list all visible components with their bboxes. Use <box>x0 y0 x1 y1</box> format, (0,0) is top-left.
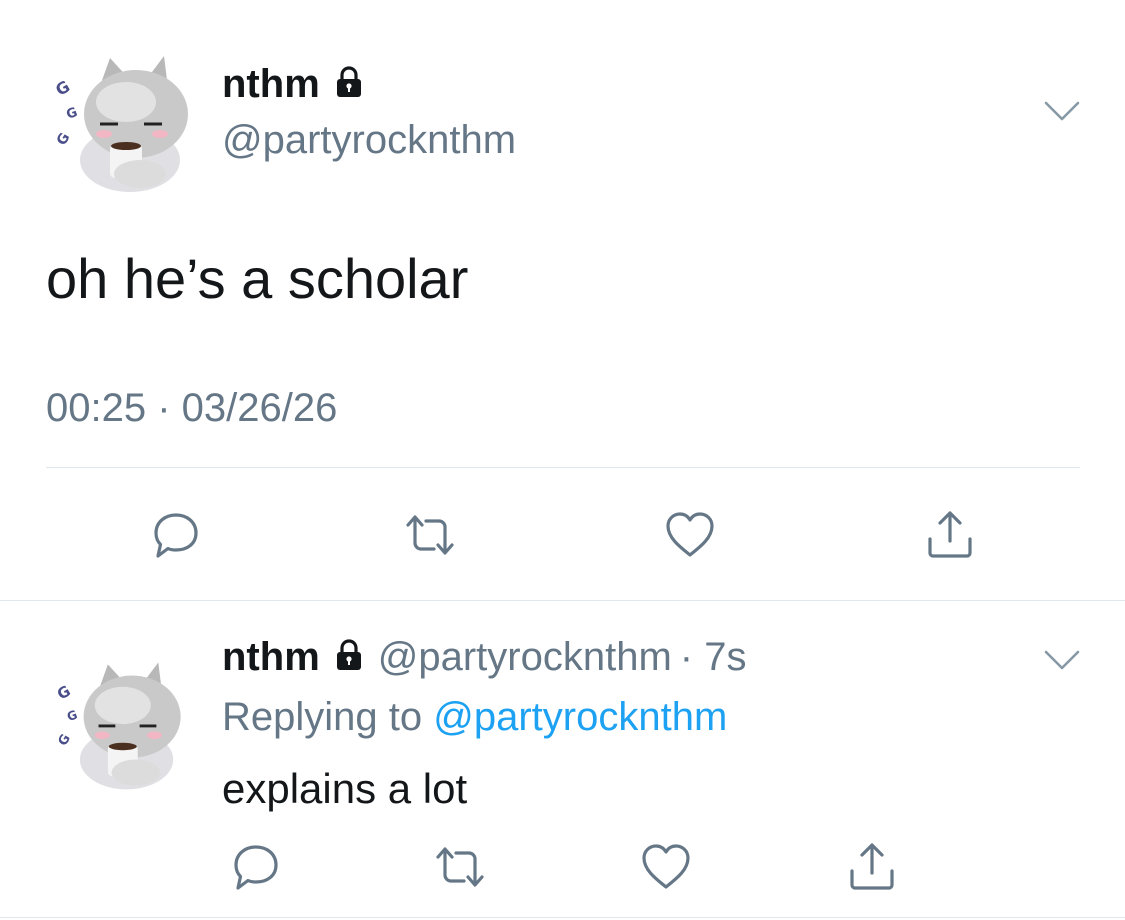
reply-icon <box>234 845 278 890</box>
svg-text:G: G <box>54 682 74 704</box>
lock-icon <box>332 638 366 677</box>
replying-to-label: Replying to <box>222 695 423 739</box>
svg-text:G: G <box>52 77 73 100</box>
retweet-button[interactable] <box>400 505 460 565</box>
reply-tweet[interactable]: G G G nthm @partyrocknthm · 7s Replying … <box>0 601 1125 920</box>
reply-author-row: nthm @partyrocknthm · 7s <box>222 635 746 680</box>
share-icon <box>928 511 972 558</box>
handle[interactable]: @partyrocknthm <box>378 635 672 680</box>
like-button[interactable] <box>660 505 720 565</box>
bottom-separator <box>0 917 1125 918</box>
share-button[interactable] <box>920 505 980 565</box>
handle[interactable]: @partyrocknthm <box>222 118 516 163</box>
display-name[interactable]: nthm <box>222 62 320 107</box>
timestamp[interactable]: 00:25 · 03/26/26 <box>46 386 337 431</box>
chevron-down-icon[interactable] <box>1044 649 1080 671</box>
svg-text:G: G <box>54 130 74 148</box>
main-tweet: G G G nthm @partyrocknthm oh he’s a scho… <box>0 0 1125 600</box>
replying-to: Replying to @partyrocknthm <box>222 695 727 740</box>
lock-icon <box>332 65 366 104</box>
tweet-text: explains a lot <box>222 765 468 812</box>
share-icon <box>850 843 894 890</box>
divider <box>46 467 1080 468</box>
author-row: nthm <box>222 62 366 107</box>
heart-icon <box>666 512 714 557</box>
like-button[interactable] <box>636 837 696 897</box>
replying-to-handle[interactable]: @partyrocknthm <box>433 695 727 739</box>
reply-button[interactable] <box>226 837 286 897</box>
retweet-icon <box>406 515 454 555</box>
reply-icon <box>154 513 198 558</box>
reply-button[interactable] <box>146 505 206 565</box>
time-ago[interactable]: · 7s <box>680 635 747 680</box>
svg-text:G: G <box>56 732 74 749</box>
share-button[interactable] <box>842 837 902 897</box>
avatar[interactable]: G G G <box>50 655 190 795</box>
chevron-down-icon[interactable] <box>1044 100 1080 122</box>
svg-text:G: G <box>65 708 79 725</box>
svg-text:G: G <box>65 105 80 123</box>
retweet-icon <box>436 847 484 887</box>
tweet-text: oh he’s a scholar <box>46 247 469 310</box>
display-name[interactable]: nthm <box>222 635 320 680</box>
avatar[interactable]: G G G <box>48 48 198 198</box>
heart-icon <box>642 844 690 889</box>
retweet-button[interactable] <box>430 837 490 897</box>
